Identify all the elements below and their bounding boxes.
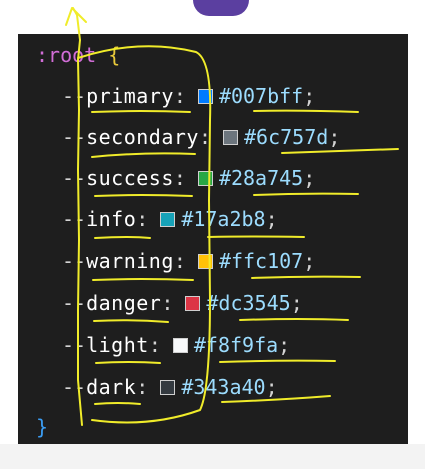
property-name-success: success <box>86 166 174 190</box>
property-value-success: #28a745 <box>218 166 304 190</box>
semicolon: ; <box>303 249 316 273</box>
property-name-secondary: secondary <box>86 125 199 149</box>
color-swatch-info[interactable] <box>160 212 176 227</box>
semicolon: ; <box>303 166 316 190</box>
property-value-warning: #ffc107 <box>218 249 304 273</box>
semicolon: ; <box>290 291 303 315</box>
css-selector: :root <box>36 43 97 67</box>
code-line-close: } <box>36 414 48 440</box>
property-name-danger: danger <box>86 291 162 315</box>
color-swatch-danger[interactable] <box>185 296 201 311</box>
custom-prop-dashes: -- <box>62 375 87 399</box>
semicolon: ; <box>265 375 278 399</box>
colon: : <box>148 333 161 357</box>
code-line-danger: --danger: #dc3545; <box>18 290 303 316</box>
colon: : <box>136 375 149 399</box>
property-name-primary: primary <box>86 84 174 108</box>
semicolon: ; <box>265 207 278 231</box>
property-value-dark: #343a40 <box>181 375 266 399</box>
semicolon: ; <box>278 333 291 357</box>
colon: : <box>173 84 186 108</box>
open-brace: { <box>108 43 121 67</box>
custom-prop-dashes: -- <box>62 125 87 149</box>
bottom-bar <box>0 444 425 469</box>
code-line-dark: --dark: #343a40; <box>18 374 278 400</box>
code-line-warning: --warning: #ffc107; <box>18 248 315 274</box>
colon: : <box>136 207 149 231</box>
close-brace: } <box>36 415 49 439</box>
colon: : <box>173 166 186 190</box>
custom-prop-dashes: -- <box>62 207 87 231</box>
custom-prop-dashes: -- <box>62 291 87 315</box>
screenshot: :root { --primary: #007bff; --secondary: #… <box>0 0 425 469</box>
property-value-primary: #007bff <box>218 84 304 108</box>
semicolon: ; <box>328 125 341 149</box>
property-name-dark: dark <box>86 375 137 399</box>
color-swatch-warning[interactable] <box>197 254 213 269</box>
code-line-primary: --primary: #007bff; <box>18 83 315 109</box>
custom-prop-dashes: -- <box>62 249 87 273</box>
top-decorative-shape <box>193 0 249 16</box>
code-line-info: --info: #17a2b8; <box>18 206 278 232</box>
custom-prop-dashes: -- <box>62 84 87 108</box>
colon: : <box>173 249 186 273</box>
color-swatch-dark[interactable] <box>160 380 176 395</box>
custom-prop-dashes: -- <box>62 333 87 357</box>
colon: : <box>198 125 212 149</box>
property-value-info: #17a2b8 <box>181 207 266 231</box>
code-editor[interactable]: :root { --primary: #007bff; --secondary: #… <box>18 34 408 444</box>
code-line-secondary: --secondary: #6c757d; <box>18 124 340 150</box>
property-name-info: info <box>86 207 137 231</box>
property-value-danger: #dc3545 <box>206 291 291 315</box>
color-swatch-success[interactable] <box>197 171 213 186</box>
property-value-light: #f8f9fa <box>193 333 279 357</box>
code-line-root: :root { <box>36 42 120 68</box>
custom-prop-dashes: -- <box>62 166 87 190</box>
code-line-light: --light: #f8f9fa; <box>18 332 290 358</box>
colon: : <box>161 291 174 315</box>
property-name-light: light <box>86 333 149 357</box>
annotation-arrow-head <box>65 7 87 26</box>
property-value-secondary: #6c757d <box>244 125 329 149</box>
semicolon: ; <box>303 84 316 108</box>
color-swatch-secondary[interactable] <box>223 130 239 145</box>
property-name-warning: warning <box>86 249 174 273</box>
color-swatch-light[interactable] <box>172 338 188 353</box>
color-swatch-primary[interactable] <box>197 89 213 104</box>
code-line-success: --success: #28a745; <box>18 165 315 191</box>
